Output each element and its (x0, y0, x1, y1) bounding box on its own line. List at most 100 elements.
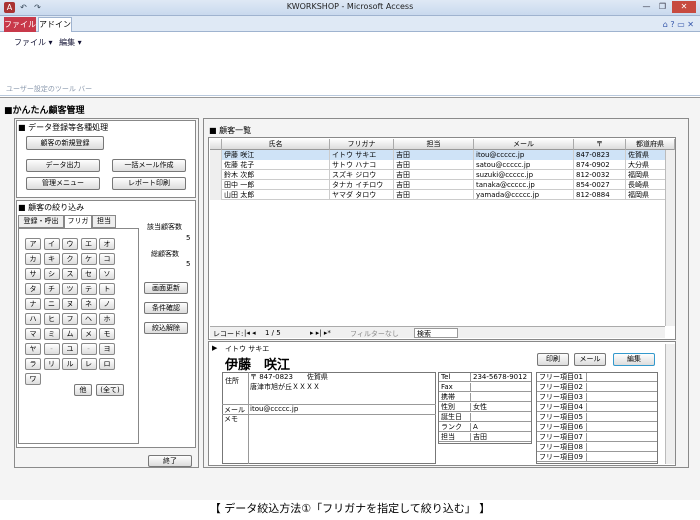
tab-register[interactable]: 登録・呼出 (18, 215, 64, 228)
header-mail[interactable]: メール (474, 139, 574, 150)
table-cell[interactable]: 吉田 (394, 180, 474, 190)
table-cell[interactable]: itou@ccccc.jp (474, 150, 574, 160)
table-cell[interactable]: satou@ccccc.jp (474, 160, 574, 170)
kana-button[interactable]: ヌ (62, 298, 78, 310)
kana-button[interactable]: ミ (43, 328, 60, 340)
table-row[interactable]: 佐藤 花子 サトウ ハナコ 吉田 satou@ccccc.jp 874-0902 大分県 (210, 160, 675, 170)
tab-tanto[interactable]: 担当 (92, 215, 116, 228)
table-cell[interactable]: サトウ ハナコ (330, 160, 394, 170)
row-selector[interactable] (210, 170, 222, 180)
kana-button[interactable]: メ (80, 328, 97, 340)
kana-button[interactable]: リ (43, 358, 60, 370)
kana-button[interactable]: ム (62, 328, 78, 340)
tab-addin[interactable]: アドイン (38, 17, 72, 33)
header-zip[interactable]: 〒 (574, 139, 626, 150)
table-cell[interactable]: 812-0884 (574, 190, 626, 200)
exit-button[interactable]: 終了 (148, 455, 192, 467)
ribbon-window-controls[interactable]: ⌂ ? ▭ ✕ (663, 20, 694, 29)
table-row[interactable]: 鈴木 次郎 スズキ ジロウ 吉田 suzuki@ccccc.jp 812-0032 福岡県 (210, 170, 675, 180)
kana-button[interactable]: ウ (62, 238, 78, 250)
row-selector[interactable] (210, 150, 222, 160)
detail-vertical-scrollbar[interactable] (665, 344, 675, 464)
kana-button[interactable]: ネ (80, 298, 97, 310)
table-row[interactable]: 田中 一郎 タナカ イチロウ 吉田 tanaka@ccccc.jp 854-0027 長崎… (210, 180, 675, 190)
search-input[interactable]: 検索 (414, 328, 458, 338)
kana-button[interactable]: テ (80, 283, 97, 295)
kana-button[interactable]: ル (62, 358, 78, 370)
kana-button[interactable]: ソ (99, 268, 115, 280)
kana-button[interactable]: ヤ (25, 343, 41, 355)
table-cell[interactable]: 812-0032 (574, 170, 626, 180)
table-cell[interactable]: 佐藤 花子 (222, 160, 330, 170)
kana-button[interactable]: イ (43, 238, 60, 250)
table-cell[interactable]: suzuki@ccccc.jp (474, 170, 574, 180)
detail-edit-button[interactable]: 編集 (613, 353, 655, 366)
kana-all-button[interactable]: (全て) (96, 384, 124, 396)
row-selector[interactable] (210, 180, 222, 190)
kana-button[interactable]: ロ (99, 358, 115, 370)
kana-button[interactable]: ツ (62, 283, 78, 295)
header-kana[interactable]: フリガナ (330, 139, 394, 150)
table-row[interactable]: 伊藤 咲江 イトウ サキエ 吉田 itou@ccccc.jp 847-0823 佐賀県 (210, 150, 675, 160)
kana-button[interactable]: エ (80, 238, 97, 250)
detail-print-button[interactable]: 印刷 (537, 353, 569, 366)
first-record-icon[interactable]: |◂ ◂ (244, 329, 256, 337)
kana-button[interactable]: ラ (25, 358, 41, 370)
table-cell[interactable]: 伊藤 咲江 (222, 150, 330, 160)
new-customer-button[interactable]: 顧客の新規登録 (26, 136, 104, 150)
table-cell[interactable]: 吉田 (394, 170, 474, 180)
kana-button[interactable]: カ (25, 253, 41, 265)
kana-button[interactable]: ニ (43, 298, 60, 310)
table-cell[interactable]: イトウ サキエ (330, 150, 394, 160)
kana-button[interactable]: ヒ (43, 313, 60, 325)
kana-button[interactable]: レ (80, 358, 97, 370)
kana-button[interactable]: シ (43, 268, 60, 280)
kana-button[interactable]: ト (99, 283, 115, 295)
table-cell[interactable]: スズキ ジロウ (330, 170, 394, 180)
tab-furigana[interactable]: フリガナ (64, 215, 92, 236)
header-pref[interactable]: 都道府県 (626, 139, 675, 150)
header-name[interactable]: 氏名 (222, 139, 330, 150)
kana-button[interactable]: ハ (25, 313, 41, 325)
menu-file[interactable]: ファイル ▾ (14, 38, 53, 47)
table-row[interactable]: 山田 太郎 ヤマダ タロウ 吉田 yamada@ccccc.jp 812-0884 福岡県 (210, 190, 675, 200)
kana-button[interactable]: オ (99, 238, 115, 250)
last-record-icon[interactable]: ▸ ▸| ▸* (310, 329, 331, 337)
table-cell[interactable]: タナカ イチロウ (330, 180, 394, 190)
kana-button[interactable]: ユ (62, 343, 78, 355)
table-cell[interactable]: yamada@ccccc.jp (474, 190, 574, 200)
header-tanto[interactable]: 担当 (394, 139, 474, 150)
kana-button[interactable]: ナ (25, 298, 41, 310)
condition-check-button[interactable]: 条件確認 (144, 302, 188, 314)
kana-button[interactable]: コ (99, 253, 115, 265)
kana-other-button[interactable]: 他 (74, 384, 92, 396)
close-button[interactable]: ✕ (672, 1, 696, 13)
kana-button[interactable]: タ (25, 283, 41, 295)
table-cell[interactable]: 847-0823 (574, 150, 626, 160)
kana-button[interactable]: マ (25, 328, 41, 340)
table-cell[interactable]: 鈴木 次郎 (222, 170, 330, 180)
kana-button[interactable]: ク (62, 253, 78, 265)
kana-button[interactable]: ケ (80, 253, 97, 265)
minimize-button[interactable]: — (640, 1, 653, 13)
table-cell[interactable]: 山田 太郎 (222, 190, 330, 200)
admin-menu-button[interactable]: 管理メニュー (26, 177, 100, 190)
kana-button[interactable]: ホ (99, 313, 115, 325)
kana-button[interactable]: ス (62, 268, 78, 280)
kana-button[interactable]: ノ (99, 298, 115, 310)
kana-button[interactable]: チ (43, 283, 60, 295)
table-cell[interactable]: 854-0027 (574, 180, 626, 190)
table-cell[interactable]: 田中 一郎 (222, 180, 330, 190)
kana-button[interactable]: キ (43, 253, 60, 265)
kana-button[interactable]: セ (80, 268, 97, 280)
table-cell[interactable]: 吉田 (394, 190, 474, 200)
table-cell[interactable]: 874-0902 (574, 160, 626, 170)
kana-button[interactable]: ヨ (99, 343, 115, 355)
restore-button[interactable]: ❐ (656, 1, 669, 13)
bulk-mail-button[interactable]: 一括メール作成 (112, 159, 186, 172)
kana-button[interactable]: モ (99, 328, 115, 340)
record-position[interactable]: 1 / 5 (265, 329, 281, 337)
table-cell[interactable]: tanaka@ccccc.jp (474, 180, 574, 190)
report-print-button[interactable]: レポート印刷 (112, 177, 186, 190)
data-export-button[interactable]: データ出力 (26, 159, 100, 172)
